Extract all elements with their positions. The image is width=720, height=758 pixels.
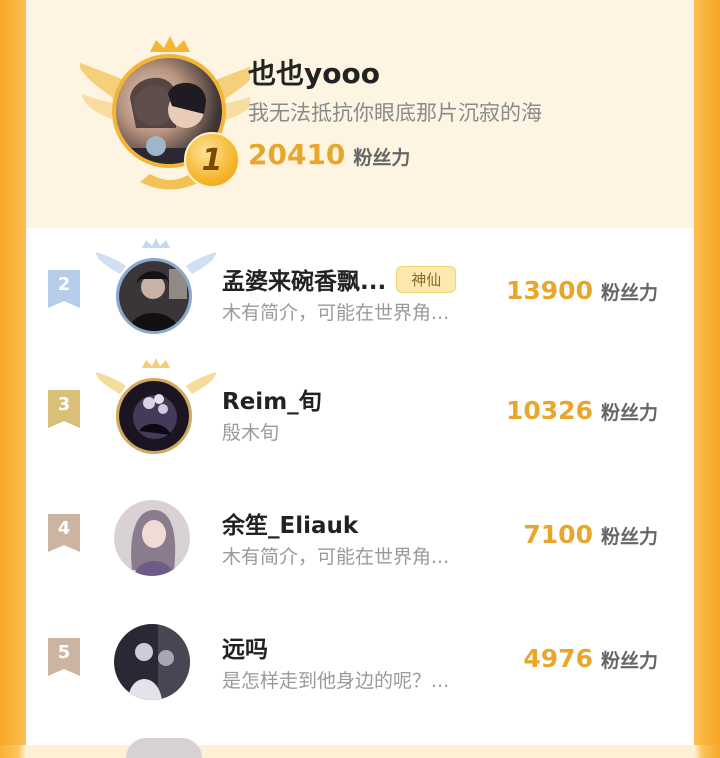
name-line: 余笙_Eliauk [222,506,358,540]
score-value: 7100 [523,520,593,549]
avatar-frame [96,606,216,706]
user-name[interactable]: 远吗 [222,630,268,664]
right-border [694,0,720,745]
user-description: 是怎样走到他身边的呢？... [222,670,450,692]
fan-score: 10326 粉丝力 [506,396,658,425]
score-unit: 粉丝力 [353,147,411,169]
score-value: 13900 [506,276,593,305]
top-avatar-frame: 1 [80,32,250,192]
top-user-signature: 我无法抵抗你眼底那片沉寂的海 [248,101,542,125]
avatar-frame [96,358,216,458]
avatar[interactable] [114,624,190,700]
avatar[interactable] [114,500,190,576]
score-value: 10326 [506,396,593,425]
fan-score: 4976 粉丝力 [523,644,658,673]
list-item[interactable]: 4 余笙_Eliauk 木有简介，可能在世界角... 7100 粉丝力 [26,476,694,586]
fan-score: 13900 粉丝力 [506,276,658,305]
avatar-frame [96,238,216,338]
left-border [0,0,26,745]
user-name[interactable]: 余笙_Eliauk [222,506,358,540]
avatar[interactable] [116,258,192,334]
rank-tag: 3 [48,390,80,428]
list-item[interactable]: 5 远吗 是怎样走到他身边的呢？... 4976 粉丝力 [26,600,694,710]
avatar-frame [96,482,216,582]
score-unit: 粉丝力 [600,526,658,548]
rank-1-medal: 1 [184,132,240,188]
user-name[interactable]: Reim_旬 [222,382,322,416]
score-unit: 粉丝力 [600,282,658,304]
top-user-name[interactable]: 也也yooo [248,52,380,92]
rank-tag: 4 [48,514,80,552]
user-name[interactable]: 孟婆来碗香飘... [222,262,386,296]
score-unit: 粉丝力 [600,402,658,424]
ranking-list: 2 孟婆来碗香飘... 神仙 木有简介，可能在世界角... 13900 粉丝力 … [26,228,694,758]
rank-tag: 5 [48,638,80,676]
score-unit: 粉丝力 [600,650,658,672]
fan-score: 7100 粉丝力 [523,520,658,549]
score-value: 20410 [248,138,346,171]
name-line: 孟婆来碗香飘... 神仙 [222,262,457,296]
score-value: 4976 [523,644,593,673]
rank-tag: 2 [48,270,80,308]
top-fan-score: 20410 粉丝力 [248,138,410,171]
name-line: Reim_旬 [222,382,322,416]
title-badge: 神仙 [396,265,457,293]
list-item[interactable]: 3 Reim_旬 殷木旬 10326 粉丝力 [26,352,694,462]
list-item[interactable]: 2 孟婆来碗香飘... 神仙 木有简介，可能在世界角... 13900 粉丝力 [26,232,694,342]
name-line: 远吗 [222,630,268,664]
user-description: 殷木旬 [222,422,280,444]
avatar [126,738,202,758]
top-rank-card[interactable]: 1 也也yooo 我无法抵抗你眼底那片沉寂的海 20410 粉丝力 [26,0,694,228]
avatar[interactable] [116,378,192,454]
user-description: 木有简介，可能在世界角... [222,546,450,568]
user-description: 木有简介，可能在世界角... [222,302,450,324]
